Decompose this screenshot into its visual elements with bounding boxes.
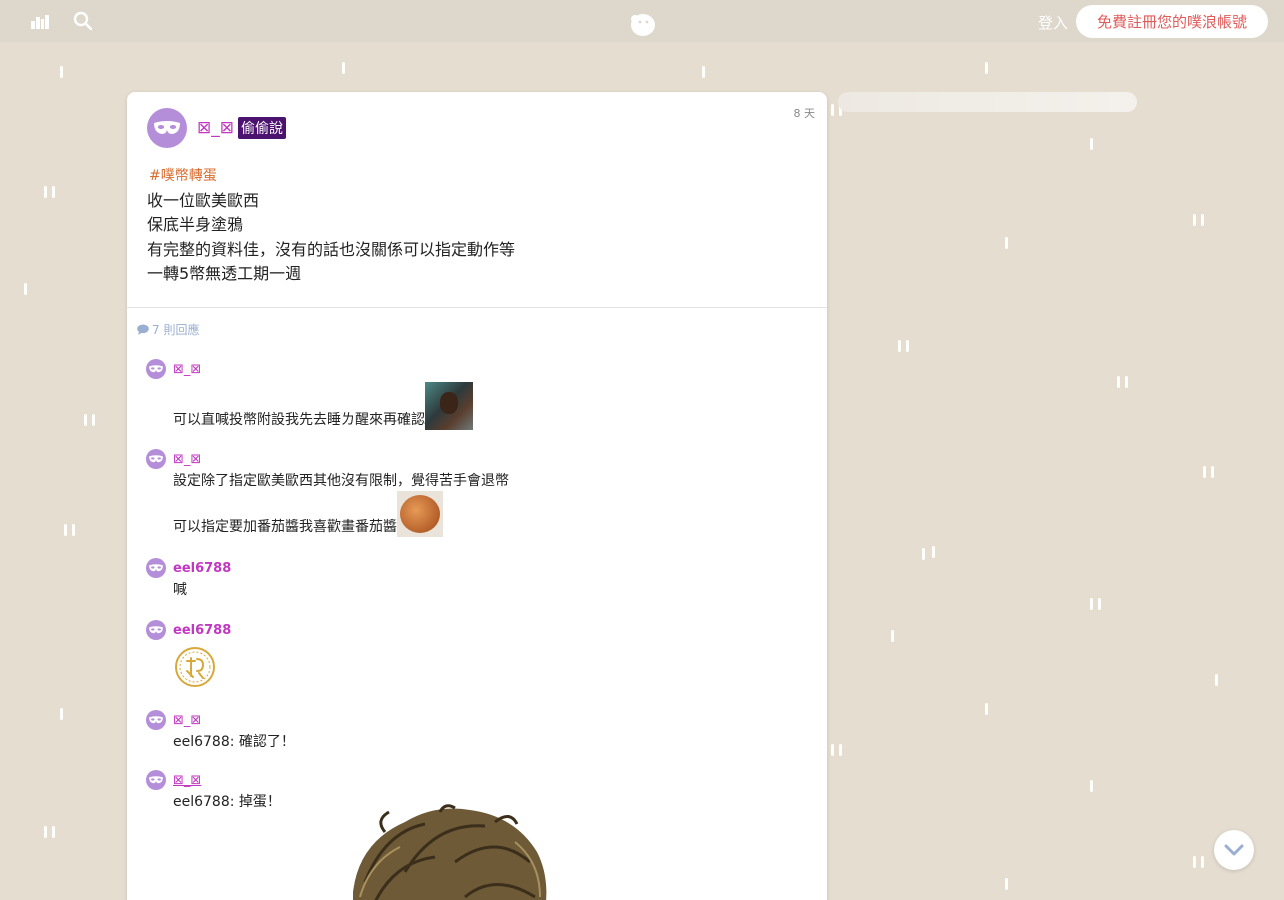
anonymous-badge: 偷偷說: [238, 117, 286, 139]
mask-icon[interactable]: [146, 359, 166, 379]
reply-line: 可以直喊投幣附設我先去睡ㄌ醒來再確認: [173, 412, 425, 428]
search-icon[interactable]: [72, 11, 94, 31]
speech-bubble-icon: [137, 324, 149, 335]
reply-text: 可以直喊投幣附設我先去睡ㄌ醒來再確認: [173, 382, 473, 430]
post-line: 有完整的資料佳，沒有的話也沒關係可以指定動作等: [147, 239, 516, 259]
reply-text: 喊: [173, 581, 231, 600]
plurk-logo-icon[interactable]: [627, 10, 657, 38]
reply-text: eel6788: 掉蛋！: [173, 793, 281, 812]
reply-item: ⊠_⊠ eel6788: 掉蛋！: [146, 770, 281, 812]
post-header: ⊠_⊠ 偷偷說: [147, 108, 286, 148]
side-panel-placeholder: [838, 92, 1137, 112]
reply-item: ⊠_⊠ 可以直喊投幣附設我先去睡ㄌ醒來再確認: [146, 359, 473, 430]
post-content: #噗幣轉蛋 收一位歐美歐西 保底半身塗鴉 有完整的資料佳，沒有的話也沒關係可以指…: [147, 164, 515, 287]
reply-item: eel6788 喊: [146, 558, 231, 600]
reply-author[interactable]: eel6788: [173, 623, 231, 638]
login-link[interactable]: 登入: [1038, 12, 1068, 33]
mask-icon[interactable]: [146, 558, 166, 578]
post-timestamp: 8 天: [793, 107, 816, 120]
reply-author[interactable]: ⊠_⊠: [173, 713, 201, 728]
reply-author[interactable]: ⊠_⊠: [173, 773, 201, 788]
reply-line: 可以指定要加番茄醬我喜歡畫番茄醬: [173, 519, 397, 535]
mask-icon[interactable]: [146, 710, 166, 730]
post-line: 保底半身塗鴉: [147, 215, 244, 234]
reply-line: 喊: [173, 582, 187, 598]
reply-line: eel6788: 掉蛋！: [173, 794, 281, 810]
emoticon-image[interactable]: [425, 382, 473, 430]
top-bar: 登入 免費註冊您的噗浪帳號: [0, 0, 1284, 42]
scroll-down-button[interactable]: [1214, 830, 1254, 870]
post-line: 一轉5幣無透工期一週: [147, 264, 302, 283]
chevron-down-icon: [1224, 844, 1244, 856]
emoticon-image[interactable]: [397, 491, 443, 537]
coin-stamp-icon[interactable]: [173, 645, 217, 689]
reply-line: eel6788: 確認了！: [173, 734, 295, 750]
reply-item: eel6788: [146, 620, 231, 689]
hashtag-link[interactable]: #噗幣轉蛋: [149, 164, 515, 189]
mask-icon[interactable]: [146, 620, 166, 640]
drawing-image[interactable]: [345, 802, 555, 900]
reply-text: eel6788: 確認了！: [173, 733, 295, 752]
register-button[interactable]: 免費註冊您的噗浪帳號: [1076, 5, 1268, 38]
reply-text: 設定除了指定歐美歐西其他沒有限制，覺得苦手會退幣 可以指定要加番茄醬我喜歡畫番茄…: [173, 472, 509, 537]
reply-author[interactable]: eel6788: [173, 561, 231, 576]
plurk-card: 8 天 ⊠_⊠ 偷偷說 #噗幣轉蛋 收一位歐美歐西 保底半身塗鴉 有完整的資料佳…: [127, 92, 827, 900]
reply-item: ⊠_⊠ 設定除了指定歐美歐西其他沒有限制，覺得苦手會退幣 可以指定要加番茄醬我喜…: [146, 449, 509, 537]
reply-count[interactable]: 7 則回應: [137, 321, 199, 338]
post-line: 收一位歐美歐西: [147, 190, 260, 210]
reply-author[interactable]: ⊠_⊠: [173, 362, 201, 377]
mask-icon[interactable]: [146, 449, 166, 469]
mask-icon[interactable]: [146, 770, 166, 790]
divider: [127, 307, 827, 308]
reply-line: 設定除了指定歐美歐西其他沒有限制，覺得苦手會退幣: [173, 473, 509, 489]
reply-author[interactable]: ⊠_⊠: [173, 452, 201, 467]
reply-item: ⊠_⊠ eel6788: 確認了！: [146, 710, 295, 752]
city-skyline-icon[interactable]: [29, 11, 51, 31]
reply-count-label: 7 則回應: [152, 323, 200, 337]
post-author[interactable]: ⊠_⊠: [197, 118, 234, 138]
mask-icon[interactable]: [147, 108, 187, 148]
